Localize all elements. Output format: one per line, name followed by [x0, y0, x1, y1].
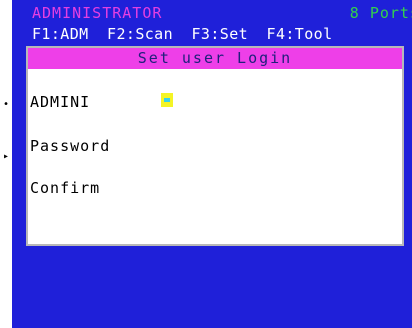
header-bar: ADMINISTRATOR 8 Ports	[32, 4, 412, 22]
f4-tool-key[interactable]: F4:Tool	[267, 25, 333, 43]
dialog-title: Set user Login	[28, 48, 402, 69]
f3-set-key[interactable]: F3:Set	[191, 25, 248, 43]
pointer-arrow-icon: ▸	[2, 151, 10, 162]
function-key-bar: F1:ADM F2:Scan F3:Set F4:Tool	[32, 25, 412, 43]
set-user-login-dialog: Set user Login ADMINI Password Confirm	[26, 46, 404, 246]
ports-count: 8 Ports	[349, 4, 412, 22]
f2-scan-key[interactable]: F2:Scan	[107, 25, 173, 43]
f1-adm-key[interactable]: F1:ADM	[32, 25, 89, 43]
admin-title: ADMINISTRATOR	[32, 4, 163, 22]
admin-name-label: ADMINI	[30, 93, 91, 111]
pointer-dot-icon: •	[2, 99, 10, 110]
confirm-label: Confirm	[30, 179, 101, 197]
admin-name-input-cursor[interactable]	[161, 93, 173, 107]
password-label: Password	[30, 137, 111, 155]
